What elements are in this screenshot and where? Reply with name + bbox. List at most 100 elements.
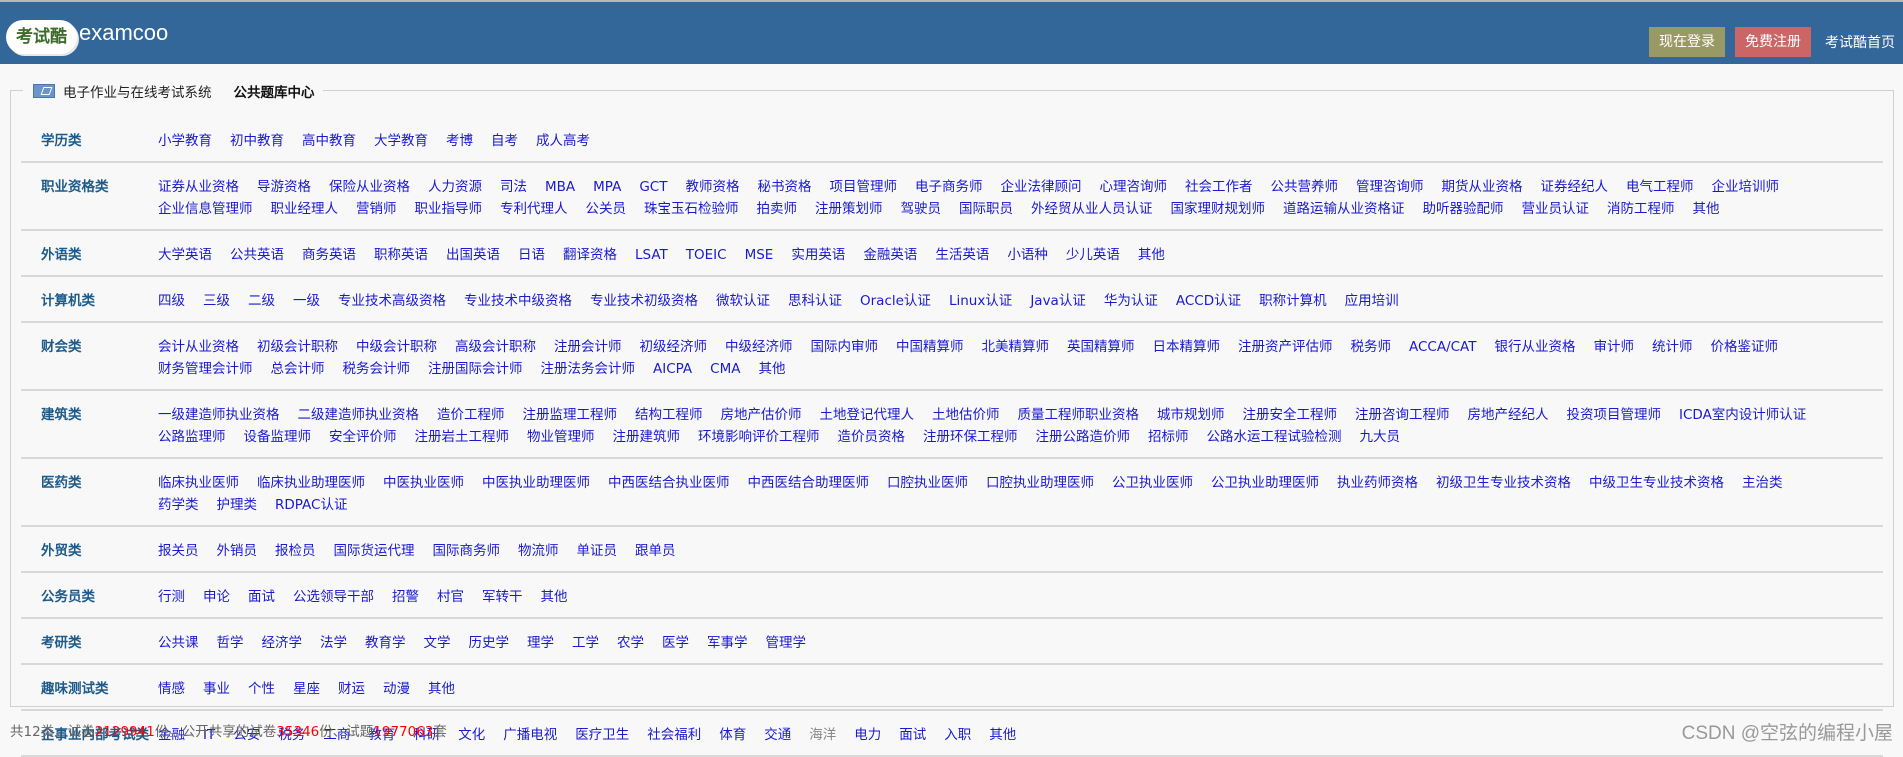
category-link[interactable]: 项目管理师 — [829, 176, 897, 198]
category-link[interactable]: 行测 — [158, 586, 185, 608]
category-link[interactable]: 中级会计职称 — [356, 336, 437, 358]
category-link[interactable]: 文化 — [458, 724, 485, 746]
category-link[interactable]: TOEIC — [686, 244, 727, 266]
category-link[interactable]: 总会计师 — [271, 358, 325, 380]
category-link[interactable]: 国际职员 — [959, 198, 1013, 220]
category-link[interactable]: 其他 — [428, 678, 455, 700]
category-link[interactable]: 日语 — [518, 244, 545, 266]
category-link[interactable]: 情感 — [158, 678, 185, 700]
category-link[interactable]: 税务师 — [1351, 336, 1392, 358]
category-link[interactable]: 国家理财规划师 — [1171, 198, 1266, 220]
home-link[interactable]: 考试酷首页 — [1825, 32, 1895, 52]
category-link[interactable]: 二级 — [248, 290, 275, 312]
category-link[interactable]: 造价员资格 — [838, 426, 906, 448]
category-link[interactable]: 心理咨询师 — [1099, 176, 1167, 198]
category-link[interactable]: 出国英语 — [446, 244, 500, 266]
category-link[interactable]: 口腔执业医师 — [887, 472, 968, 494]
category-link[interactable]: 注册环保工程师 — [923, 426, 1018, 448]
category-link[interactable]: 导游资格 — [257, 176, 311, 198]
category-link[interactable]: 保险从业资格 — [329, 176, 410, 198]
category-link[interactable]: 专业技术高级资格 — [338, 290, 446, 312]
category-link[interactable]: 交通 — [764, 724, 791, 746]
category-link[interactable]: 统计师 — [1652, 336, 1693, 358]
category-link[interactable]: 注册资产评估师 — [1238, 336, 1333, 358]
category-link[interactable]: 军转干 — [482, 586, 523, 608]
category-link[interactable]: 一级 — [293, 290, 320, 312]
category-link[interactable]: 招标师 — [1148, 426, 1189, 448]
category-link[interactable]: 注册会计师 — [554, 336, 622, 358]
category-link[interactable]: 职称计算机 — [1259, 290, 1327, 312]
category-link[interactable]: 助听器验配师 — [1423, 198, 1504, 220]
category-link[interactable]: 入职 — [944, 724, 971, 746]
category-link[interactable]: MBA — [545, 176, 575, 198]
category-link[interactable]: 结构工程师 — [635, 404, 703, 426]
category-link[interactable]: 考博 — [446, 130, 473, 152]
category-link[interactable]: 思科认证 — [788, 290, 842, 312]
category-link[interactable]: 电气工程师 — [1626, 176, 1694, 198]
category-link[interactable]: 安全评价师 — [329, 426, 397, 448]
category-link[interactable]: 英国精算师 — [1067, 336, 1135, 358]
category-link[interactable]: 珠宝玉石检验师 — [644, 198, 739, 220]
register-button[interactable]: 免费注册 — [1735, 27, 1811, 57]
category-link[interactable]: 申论 — [203, 586, 230, 608]
category-link[interactable]: 公共英语 — [230, 244, 284, 266]
category-link[interactable]: 企业培训师 — [1711, 176, 1779, 198]
category-link[interactable]: 房地产经纪人 — [1468, 404, 1549, 426]
category-link[interactable]: 其他 — [1693, 198, 1720, 220]
category-link[interactable]: 外经贸从业人员认证 — [1031, 198, 1153, 220]
category-link[interactable]: 注册岩土工程师 — [415, 426, 510, 448]
category-link[interactable]: 三级 — [203, 290, 230, 312]
category-link[interactable]: 道路运输从业资格证 — [1283, 198, 1405, 220]
category-link[interactable]: RDPAC认证 — [275, 494, 347, 516]
category-link[interactable]: 企业信息管理师 — [158, 198, 253, 220]
category-link[interactable]: AICPA — [653, 358, 692, 380]
category-link[interactable]: 其他 — [758, 358, 785, 380]
category-link[interactable]: 公共课 — [158, 632, 199, 654]
category-link[interactable]: 管理学 — [766, 632, 807, 654]
category-link[interactable]: 营销师 — [356, 198, 397, 220]
category-link[interactable]: 中医执业助理医师 — [482, 472, 590, 494]
category-link[interactable]: 中西医结合助理医师 — [748, 472, 870, 494]
category-link[interactable]: 职业指导师 — [415, 198, 483, 220]
category-link[interactable]: 一级建造师执业资格 — [158, 404, 280, 426]
category-link[interactable]: 公共营养师 — [1270, 176, 1338, 198]
category-link[interactable]: 国际内审师 — [811, 336, 879, 358]
category-link[interactable]: 小学教育 — [158, 130, 212, 152]
brand-name[interactable]: examcoo — [79, 20, 168, 46]
category-link[interactable]: 九大员 — [1360, 426, 1401, 448]
category-link[interactable]: 法学 — [320, 632, 347, 654]
category-link[interactable]: 微软认证 — [716, 290, 770, 312]
category-link[interactable]: 面试 — [899, 724, 926, 746]
category-link[interactable]: 银行从业资格 — [1495, 336, 1576, 358]
category-link[interactable]: 体育 — [719, 724, 746, 746]
category-link[interactable]: 财务管理会计师 — [158, 358, 253, 380]
category-link[interactable]: 营业员认证 — [1522, 198, 1590, 220]
logo[interactable]: 考试酷 — [8, 22, 75, 52]
category-link[interactable]: 报检员 — [275, 540, 316, 562]
category-link[interactable]: 秘书资格 — [757, 176, 811, 198]
category-link[interactable]: 教师资格 — [685, 176, 739, 198]
category-link[interactable]: 口腔执业助理医师 — [986, 472, 1094, 494]
category-link[interactable]: 实用英语 — [791, 244, 845, 266]
category-link[interactable]: 理学 — [527, 632, 554, 654]
category-link[interactable]: 社会工作者 — [1185, 176, 1253, 198]
category-link[interactable]: 职称英语 — [374, 244, 428, 266]
category-link[interactable]: 动漫 — [383, 678, 410, 700]
category-link[interactable]: 外销员 — [217, 540, 258, 562]
category-link[interactable]: 初级经济师 — [640, 336, 708, 358]
category-link[interactable]: 专利代理人 — [500, 198, 568, 220]
category-link[interactable]: 其他 — [541, 586, 568, 608]
category-link[interactable]: 土地估价师 — [932, 404, 1000, 426]
category-link[interactable]: 农学 — [617, 632, 644, 654]
category-link[interactable]: 城市规划师 — [1157, 404, 1225, 426]
category-link[interactable]: 驾驶员 — [901, 198, 942, 220]
category-link[interactable]: 中国精算师 — [896, 336, 964, 358]
category-link[interactable]: Linux认证 — [949, 290, 1012, 312]
category-link[interactable]: 审计师 — [1594, 336, 1635, 358]
category-link[interactable]: 公选领导干部 — [293, 586, 374, 608]
category-link[interactable]: 国际商务师 — [433, 540, 501, 562]
category-link[interactable]: 成人高考 — [536, 130, 590, 152]
category-link[interactable]: 电子商务师 — [915, 176, 983, 198]
category-link[interactable]: 拍卖师 — [757, 198, 798, 220]
login-button[interactable]: 现在登录 — [1649, 27, 1725, 57]
